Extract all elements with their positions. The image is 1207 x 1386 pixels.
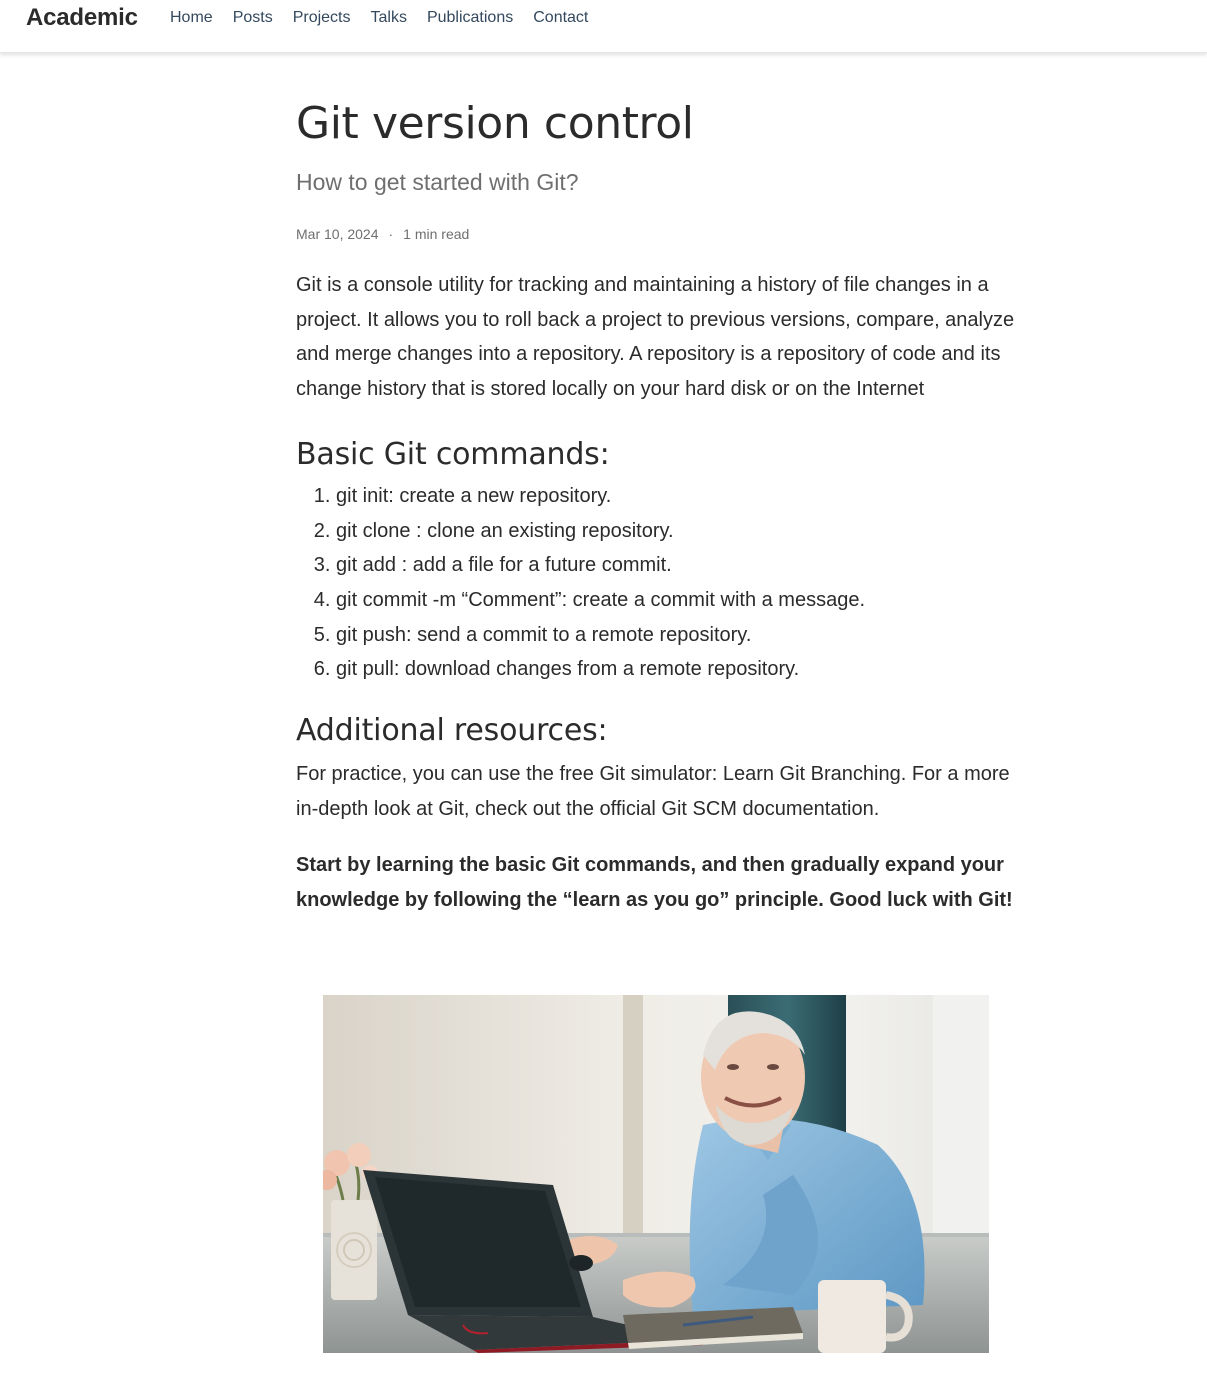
- closing-paragraph: Start by learning the basic Git commands…: [296, 854, 1013, 912]
- article-image: [323, 995, 989, 1353]
- list-item: git add : add a file for a future commit…: [336, 548, 1016, 583]
- list-item: git init: create a new repository.: [336, 479, 1016, 514]
- article-subtitle: How to get started with Git?: [296, 169, 579, 195]
- resources-paragraph: For practice, you can use the free Git s…: [296, 763, 1010, 820]
- nav-link-publications[interactable]: Publications: [417, 0, 523, 36]
- article-title: Git version control: [296, 98, 694, 149]
- site-brand-link[interactable]: Academic: [26, 4, 138, 32]
- article: Git version control How to get started w…: [296, 92, 1016, 918]
- commands-heading: Basic Git commands:: [296, 436, 610, 472]
- nav-link-posts[interactable]: Posts: [223, 0, 283, 36]
- nav-link-talks[interactable]: Talks: [361, 0, 417, 36]
- top-navbar: Academic Home Posts Projects Talks Publi…: [0, 0, 1207, 53]
- nav-link-projects[interactable]: Projects: [283, 0, 361, 36]
- intro-paragraph: Git is a console utility for tracking an…: [296, 274, 1015, 401]
- article-date: Mar 10, 2024: [296, 226, 379, 242]
- main-nav: Home Posts Projects Talks Publications C…: [160, 0, 598, 36]
- man-at-laptop-photo: [323, 995, 989, 1353]
- article-read-time: 1 min read: [403, 226, 470, 242]
- list-item: git clone : clone an existing repository…: [336, 514, 1016, 549]
- list-item: git push: send a commit to a remote repo…: [336, 618, 1016, 653]
- commands-list: git init: create a new repository. git c…: [296, 479, 1016, 687]
- meta-separator: ·: [388, 226, 394, 242]
- nav-link-home[interactable]: Home: [160, 0, 223, 36]
- nav-link-contact[interactable]: Contact: [523, 0, 598, 36]
- article-meta: Mar 10, 2024 · 1 min read: [296, 224, 1016, 244]
- resources-heading: Additional resources:: [296, 713, 608, 749]
- list-item: git commit -m “Comment”: create a commit…: [336, 583, 1016, 618]
- list-item: git pull: download changes from a remote…: [336, 652, 1016, 687]
